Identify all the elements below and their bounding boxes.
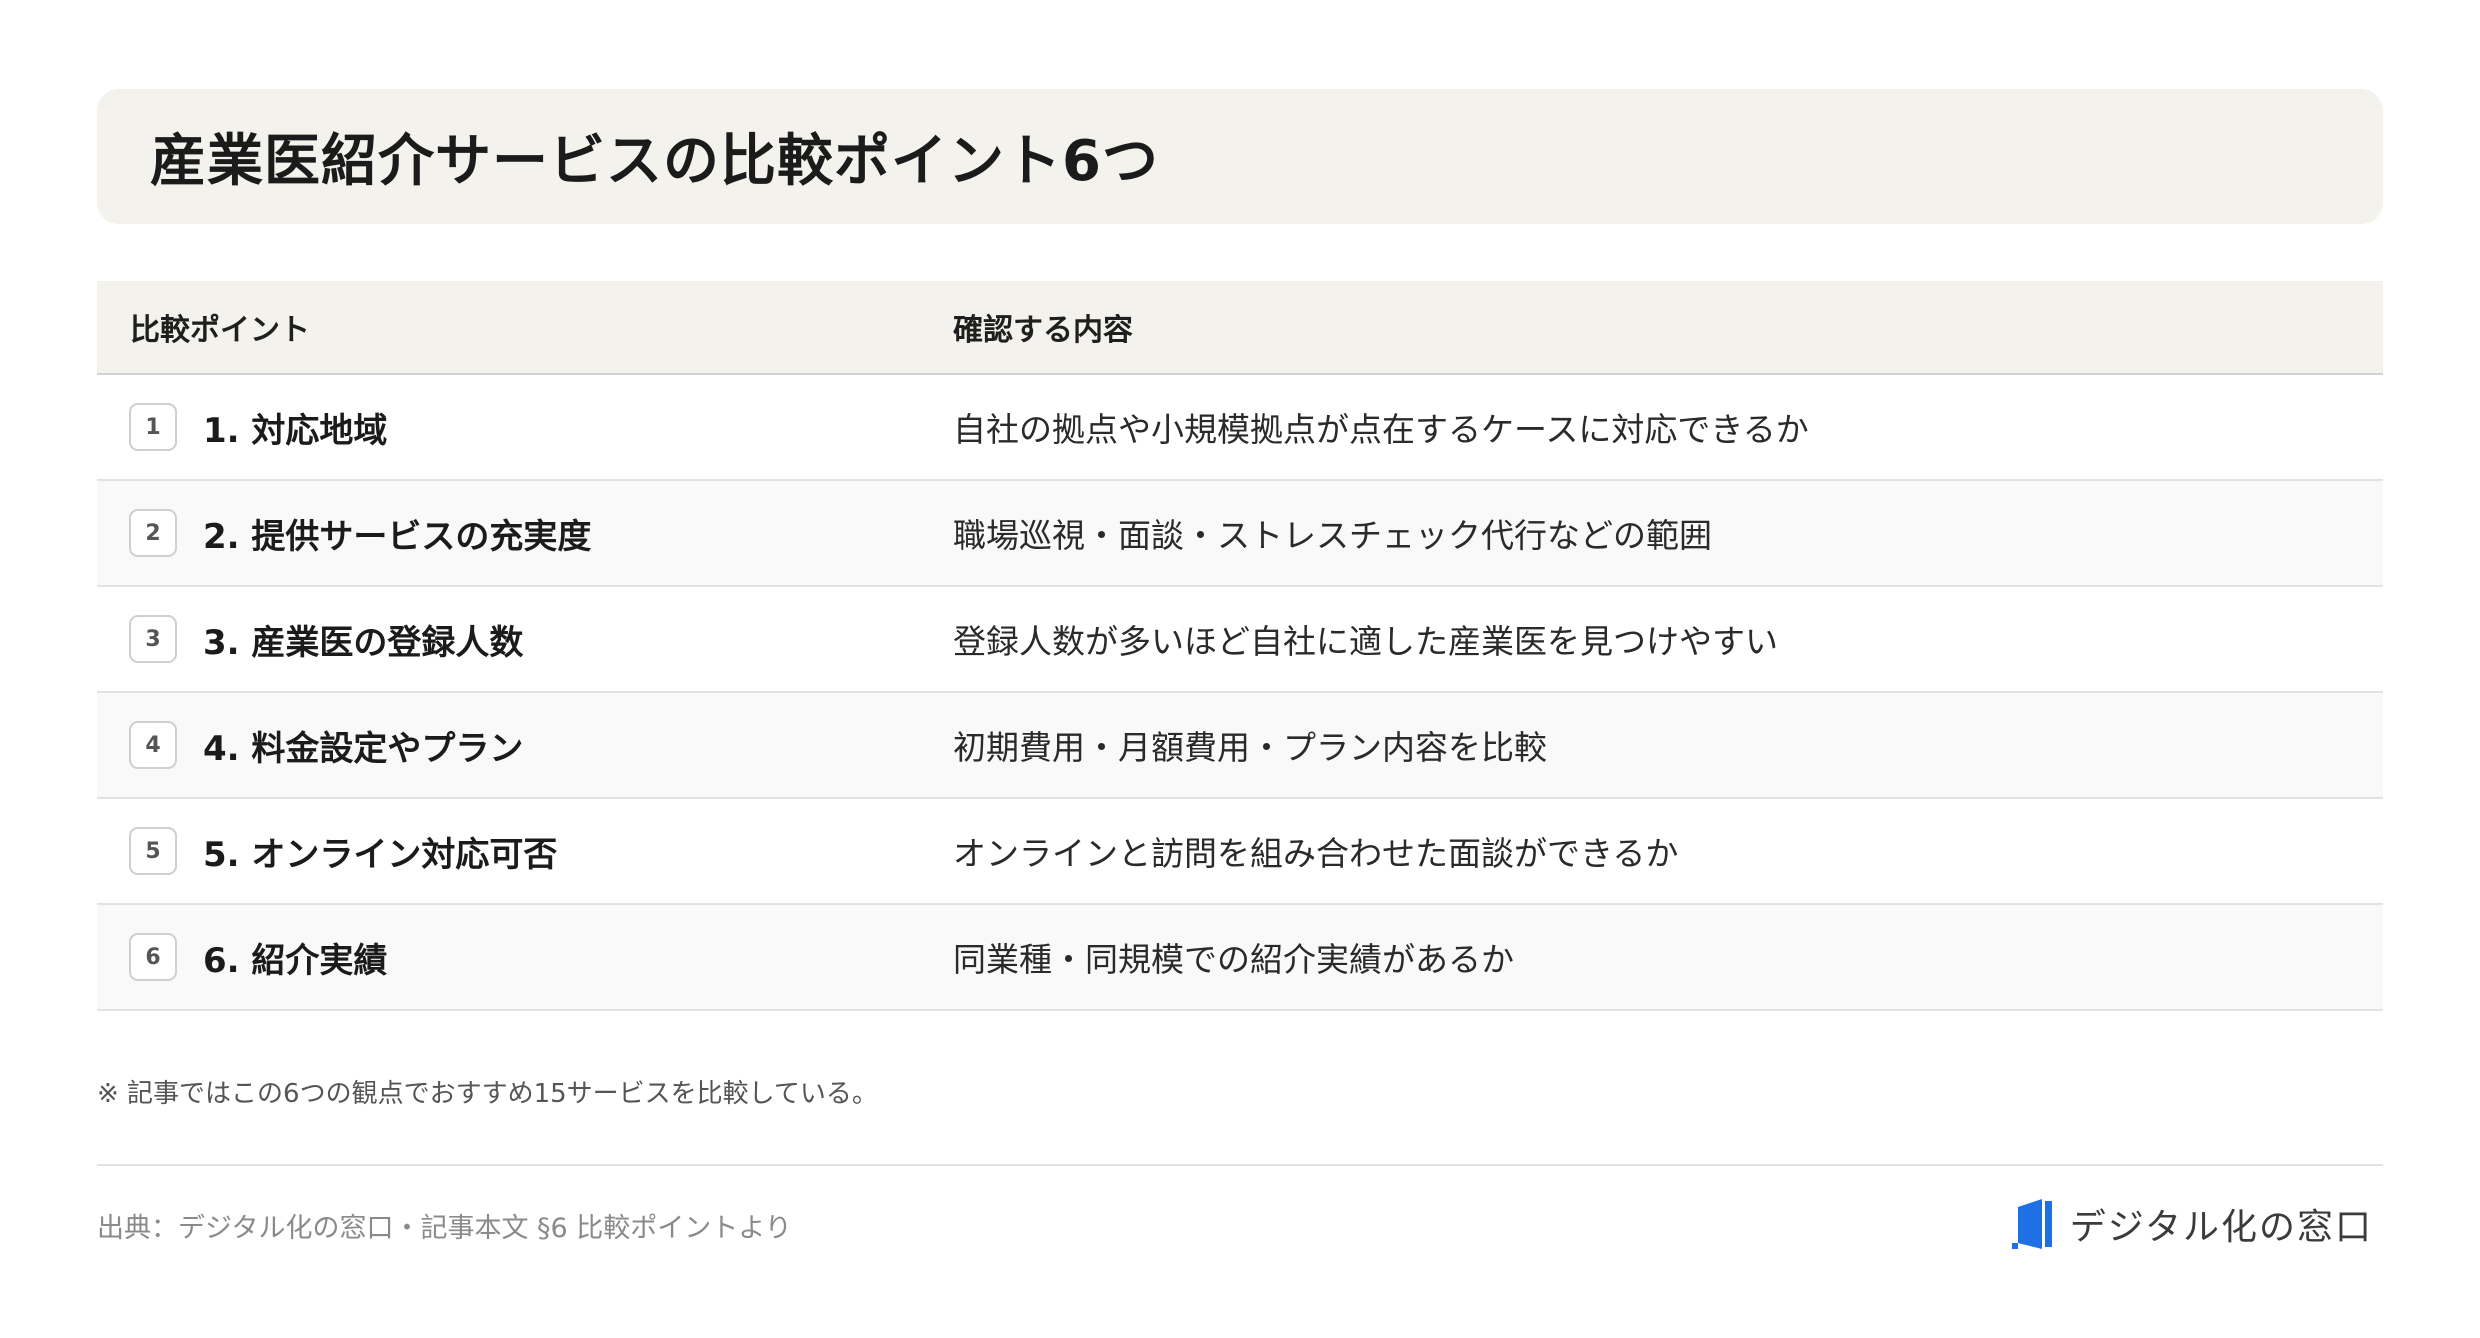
row-point-label: 3. 産業医の登録人数 <box>203 622 524 663</box>
row-number-badge: 1 <box>129 403 177 451</box>
table-row: 6 6. 紹介実績 同業種・同規模での紹介実績があるか <box>97 905 2383 1011</box>
table-row: 2 2. 提供サービスの充実度 職場巡視・面談・ストレスチェック代行などの範囲 <box>97 481 2383 587</box>
footnote: ※ 記事ではこの6つの観点でおすすめ15サービスを比較している。 <box>97 1079 878 1109</box>
row-point-label: 5. オンライン対応可否 <box>203 834 558 875</box>
row-content-text: 登録人数が多いほど自社に適した産業医を見つけやすい <box>953 622 1778 661</box>
row-number-badge: 2 <box>129 509 177 557</box>
row-point-label: 2. 提供サービスの充実度 <box>203 516 592 557</box>
row-number-badge: 3 <box>129 615 177 663</box>
page-title: 産業医紹介サービスの比較ポイント6つ <box>150 129 1159 194</box>
brand-mark: デジタル化の窓口 <box>2011 1198 2373 1250</box>
table-row: 3 3. 産業医の登録人数 登録人数が多いほど自社に適した産業医を見つけやすい <box>97 587 2383 693</box>
table-row: 1 1. 対応地域 自社の拠点や小規模拠点が点在するケースに対応できるか <box>97 375 2383 481</box>
row-number-badge: 5 <box>129 827 177 875</box>
source-citation: 出典：デジタル化の窓口・記事本文 §6 比較ポイントより <box>97 1213 792 1244</box>
title-banner: 産業医紹介サービスの比較ポイント6つ <box>97 89 2383 224</box>
comparison-table: 比較ポイント 確認する内容 1 1. 対応地域 自社の拠点や小規模拠点が点在する… <box>97 281 2383 1011</box>
row-number-badge: 4 <box>129 721 177 769</box>
row-content-text: 同業種・同規模での紹介実績があるか <box>953 940 1514 979</box>
window-logo-icon <box>2011 1199 2052 1249</box>
header-check-content: 確認する内容 <box>953 313 1133 348</box>
row-point-label: 1. 対応地域 <box>203 410 388 451</box>
row-content-text: 初期費用・月額費用・プラン内容を比較 <box>953 728 1547 767</box>
table-row: 5 5. オンライン対応可否 オンラインと訪問を組み合わせた面談ができるか <box>97 799 2383 905</box>
row-content-text: 自社の拠点や小規模拠点が点在するケースに対応できるか <box>953 410 1809 449</box>
row-point-label: 4. 料金設定やプラン <box>203 728 524 769</box>
row-number-badge: 6 <box>129 933 177 981</box>
table-header: 比較ポイント 確認する内容 <box>97 281 2383 375</box>
row-content-text: 職場巡視・面談・ストレスチェック代行などの範囲 <box>953 516 1712 555</box>
row-point-label: 6. 紹介実績 <box>203 940 388 981</box>
footer-divider <box>97 1164 2383 1166</box>
table-row: 4 4. 料金設定やプラン 初期費用・月額費用・プラン内容を比較 <box>97 693 2383 799</box>
brand-name: デジタル化の窓口 <box>2069 1207 2373 1248</box>
header-comparison-point: 比較ポイント <box>130 313 310 348</box>
row-content-text: オンラインと訪問を組み合わせた面談ができるか <box>953 834 1679 873</box>
